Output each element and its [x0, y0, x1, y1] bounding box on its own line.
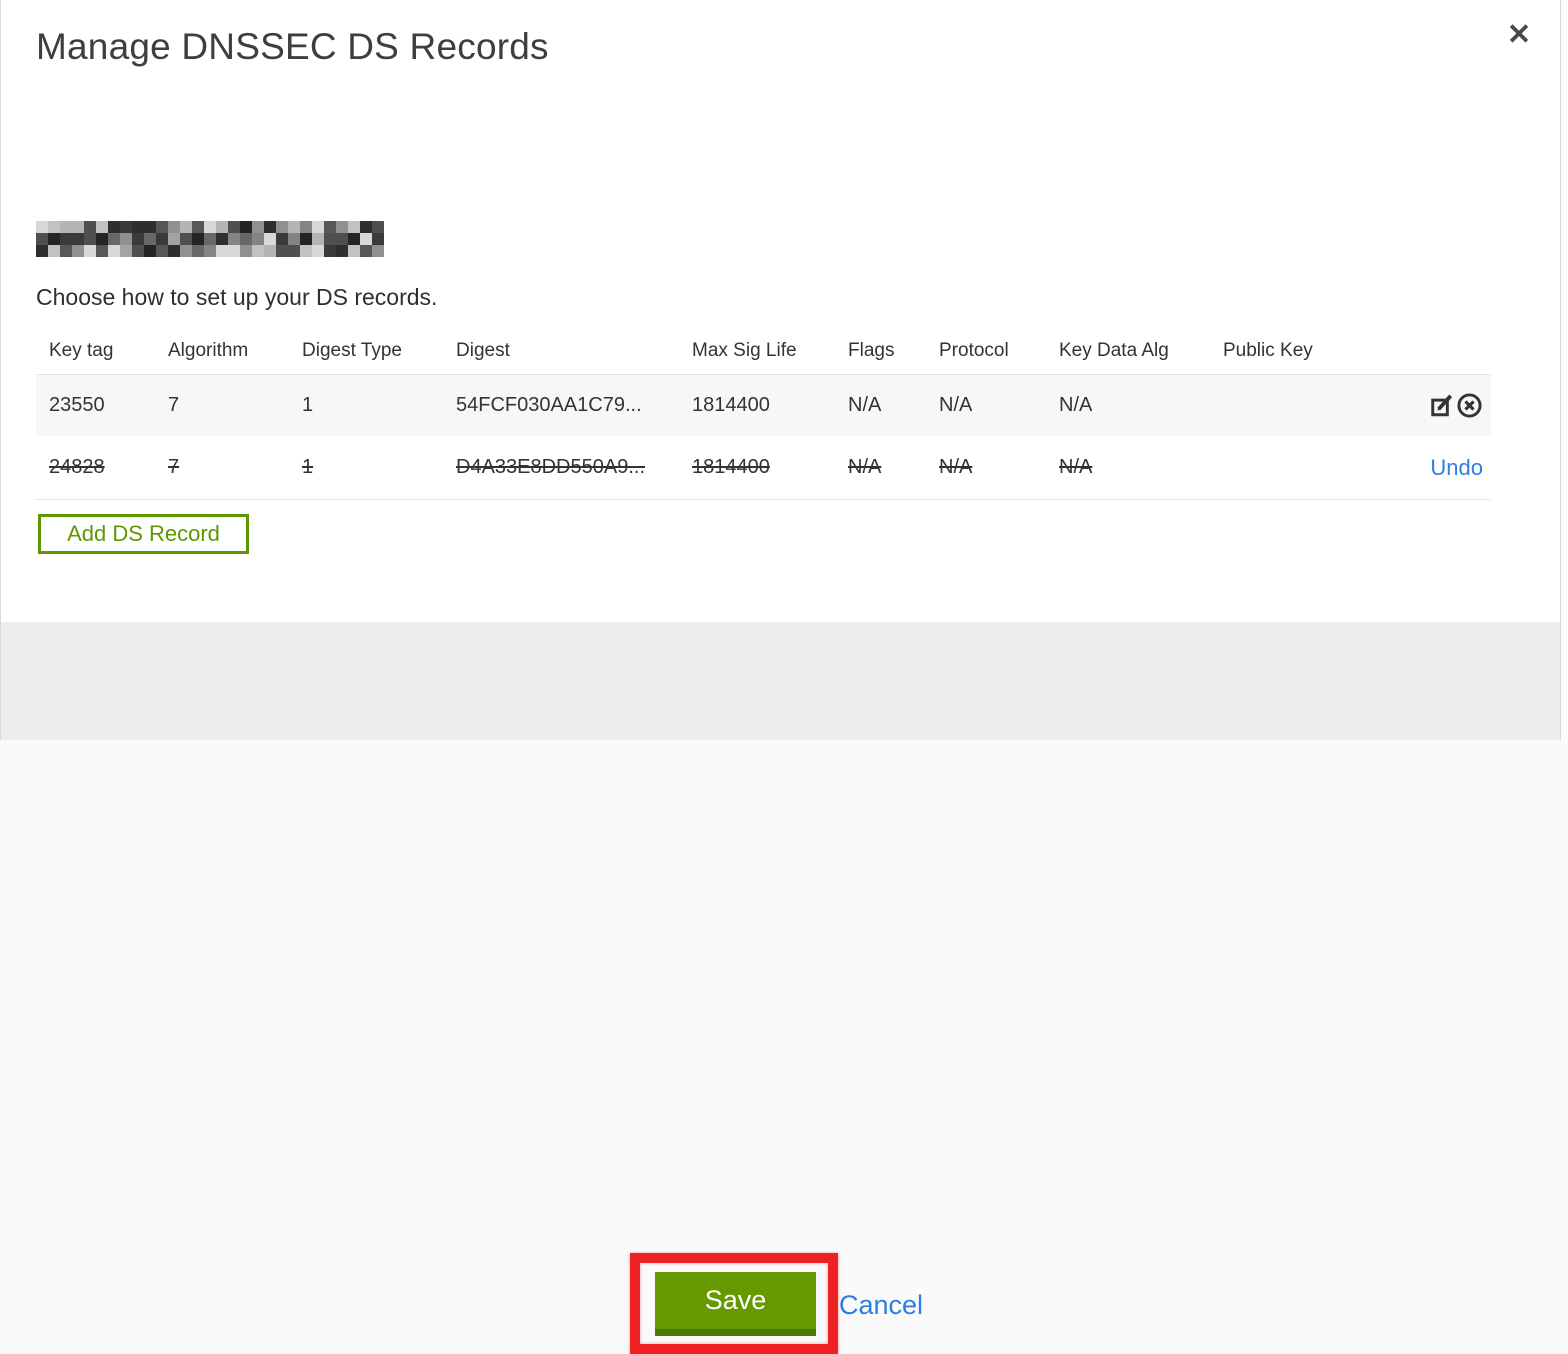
cell-flags: N/A	[848, 456, 882, 478]
cell-max-sig-life: 1814400	[692, 456, 770, 478]
table-row-deleted: 24828 7 1 D4A33E8DD550A9... 1814400 N/A …	[36, 436, 1491, 500]
col-header-protocol: Protocol	[939, 340, 1009, 361]
cell-max-sig-life: 1814400	[692, 394, 770, 416]
cell-key-data-alg: N/A	[1059, 456, 1093, 478]
cancel-link[interactable]: Cancel	[839, 1290, 923, 1321]
page-title: Manage DNSSEC DS Records	[36, 26, 549, 67]
col-header-public-key: Public Key	[1223, 340, 1313, 361]
cell-flags: N/A	[848, 394, 882, 416]
table-row: 23550 7 1 54FCF030AA1C79... 1814400 N/A …	[36, 374, 1491, 436]
cell-protocol: N/A	[939, 456, 973, 478]
save-button[interactable]: Save	[655, 1272, 816, 1336]
cell-digest: D4A33E8DD550A9...	[456, 456, 646, 478]
delete-icon[interactable]	[1455, 392, 1483, 420]
cell-algorithm: 7	[168, 394, 180, 416]
col-header-digest: Digest	[456, 340, 510, 361]
cell-protocol: N/A	[939, 394, 973, 416]
cell-digest-type: 1	[302, 394, 314, 416]
ds-records-table: Key tag Algorithm Digest Type Digest Max…	[36, 328, 1491, 500]
col-header-algorithm: Algorithm	[168, 340, 249, 361]
cell-key-data-alg: N/A	[1059, 394, 1093, 416]
col-header-key-data-alg: Key Data Alg	[1059, 340, 1169, 361]
redacted-domain	[36, 221, 384, 257]
cell-key-tag: 24828	[49, 456, 105, 478]
col-header-flags: Flags	[848, 340, 895, 361]
cell-algorithm: 7	[168, 456, 180, 478]
dnssec-dialog: Manage DNSSEC DS Records ✕ Choose how to…	[0, 0, 1561, 1354]
col-header-key-tag: Key tag	[49, 340, 114, 361]
table-header-row: Key tag Algorithm Digest Type Digest Max…	[36, 328, 1491, 374]
cell-key-tag: 23550	[49, 394, 105, 416]
cell-digest-type: 1	[302, 456, 314, 478]
col-header-max-sig-life: Max Sig Life	[692, 340, 797, 361]
close-icon[interactable]: ✕	[1501, 16, 1537, 52]
subtitle-text: Choose how to set up your DS records.	[36, 284, 438, 310]
add-ds-record-button[interactable]: Add DS Record	[38, 514, 249, 554]
undo-link[interactable]: Undo	[1430, 455, 1483, 481]
col-header-digest-type: Digest Type	[302, 340, 402, 361]
dialog-footer: Save Cancel	[1, 622, 1560, 1354]
edit-icon[interactable]	[1427, 392, 1455, 420]
cell-digest: 54FCF030AA1C79...	[456, 394, 642, 416]
